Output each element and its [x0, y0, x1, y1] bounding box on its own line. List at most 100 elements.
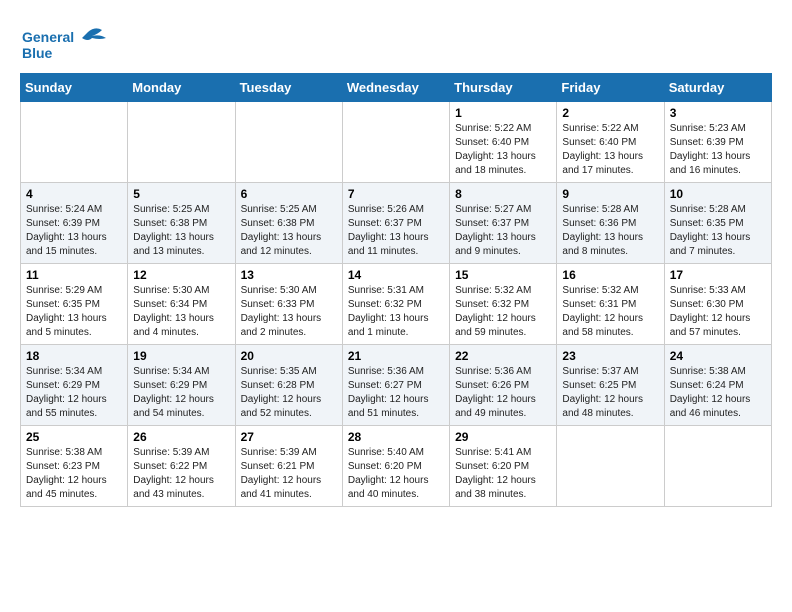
day-detail: Sunrise: 5:22 AM Sunset: 6:40 PM Dayligh… [455, 122, 551, 178]
day-detail: Sunrise: 5:40 AM Sunset: 6:20 PM Dayligh… [348, 446, 444, 502]
calendar-cell: 10 Sunrise: 5:28 AM Sunset: 6:35 PM Dayli… [664, 183, 771, 264]
logo: General Blue [20, 24, 110, 73]
day-number: 9 [562, 187, 658, 201]
day-number: 28 [348, 430, 444, 444]
day-number: 16 [562, 268, 658, 282]
day-detail: Sunrise: 5:30 AM Sunset: 6:34 PM Dayligh… [133, 284, 229, 340]
day-number: 20 [241, 349, 337, 363]
calendar-cell: 5 Sunrise: 5:25 AM Sunset: 6:38 PM Daylig… [128, 183, 235, 264]
calendar-week-3: 11 Sunrise: 5:29 AM Sunset: 6:35 PM Dayli… [21, 264, 772, 345]
calendar-cell: 3 Sunrise: 5:23 AM Sunset: 6:39 PM Daylig… [664, 102, 771, 183]
calendar-cell [21, 102, 128, 183]
calendar-cell: 9 Sunrise: 5:28 AM Sunset: 6:36 PM Daylig… [557, 183, 664, 264]
day-detail: Sunrise: 5:28 AM Sunset: 6:36 PM Dayligh… [562, 203, 658, 259]
day-number: 19 [133, 349, 229, 363]
day-detail: Sunrise: 5:22 AM Sunset: 6:40 PM Dayligh… [562, 122, 658, 178]
day-detail: Sunrise: 5:34 AM Sunset: 6:29 PM Dayligh… [133, 365, 229, 421]
days-header-row: SundayMondayTuesdayWednesdayThursdayFrid… [21, 74, 772, 102]
day-detail: Sunrise: 5:28 AM Sunset: 6:35 PM Dayligh… [670, 203, 766, 259]
calendar-cell: 16 Sunrise: 5:32 AM Sunset: 6:31 PM Dayli… [557, 264, 664, 345]
day-number: 14 [348, 268, 444, 282]
day-header-saturday: Saturday [664, 74, 771, 102]
day-detail: Sunrise: 5:36 AM Sunset: 6:27 PM Dayligh… [348, 365, 444, 421]
calendar-cell: 22 Sunrise: 5:36 AM Sunset: 6:26 PM Dayli… [450, 345, 557, 426]
day-number: 26 [133, 430, 229, 444]
day-number: 6 [241, 187, 337, 201]
day-number: 8 [455, 187, 551, 201]
day-header-wednesday: Wednesday [342, 74, 449, 102]
calendar-cell: 7Sunrise: 5:26 AM Sunset: 6:37 PM Daylig… [342, 183, 449, 264]
day-detail: Sunrise: 5:23 AM Sunset: 6:39 PM Dayligh… [670, 122, 766, 178]
day-header-tuesday: Tuesday [235, 74, 342, 102]
calendar-cell: 12 Sunrise: 5:30 AM Sunset: 6:34 PM Dayli… [128, 264, 235, 345]
day-number: 15 [455, 268, 551, 282]
day-number: 18 [26, 349, 122, 363]
day-detail: Sunrise: 5:31 AM Sunset: 6:32 PM Dayligh… [348, 284, 444, 340]
calendar-week-4: 18 Sunrise: 5:34 AM Sunset: 6:29 PM Dayli… [21, 345, 772, 426]
day-number: 5 [133, 187, 229, 201]
day-number: 3 [670, 106, 766, 120]
day-detail: Sunrise: 5:32 AM Sunset: 6:32 PM Dayligh… [455, 284, 551, 340]
day-number: 27 [241, 430, 337, 444]
day-number: 23 [562, 349, 658, 363]
day-detail: Sunrise: 5:25 AM Sunset: 6:38 PM Dayligh… [241, 203, 337, 259]
day-detail: Sunrise: 5:33 AM Sunset: 6:30 PM Dayligh… [670, 284, 766, 340]
calendar-cell: 21 Sunrise: 5:36 AM Sunset: 6:27 PM Dayli… [342, 345, 449, 426]
day-detail: Sunrise: 5:36 AM Sunset: 6:26 PM Dayligh… [455, 365, 551, 421]
day-detail: Sunrise: 5:26 AM Sunset: 6:37 PM Dayligh… [348, 203, 444, 259]
calendar-cell: 28 Sunrise: 5:40 AM Sunset: 6:20 PM Dayli… [342, 426, 449, 507]
day-header-sunday: Sunday [21, 74, 128, 102]
calendar-cell: 20 Sunrise: 5:35 AM Sunset: 6:28 PM Dayli… [235, 345, 342, 426]
calendar-week-2: 4 Sunrise: 5:24 AM Sunset: 6:39 PM Daylig… [21, 183, 772, 264]
day-header-monday: Monday [128, 74, 235, 102]
calendar-cell: 2Sunrise: 5:22 AM Sunset: 6:40 PM Daylig… [557, 102, 664, 183]
day-detail: Sunrise: 5:39 AM Sunset: 6:22 PM Dayligh… [133, 446, 229, 502]
calendar-cell [235, 102, 342, 183]
day-detail: Sunrise: 5:34 AM Sunset: 6:29 PM Dayligh… [26, 365, 122, 421]
calendar-cell: 23Sunrise: 5:37 AM Sunset: 6:25 PM Dayli… [557, 345, 664, 426]
day-detail: Sunrise: 5:29 AM Sunset: 6:35 PM Dayligh… [26, 284, 122, 340]
day-number: 21 [348, 349, 444, 363]
day-detail: Sunrise: 5:38 AM Sunset: 6:24 PM Dayligh… [670, 365, 766, 421]
day-detail: Sunrise: 5:32 AM Sunset: 6:31 PM Dayligh… [562, 284, 658, 340]
calendar-cell: 27 Sunrise: 5:39 AM Sunset: 6:21 PM Dayli… [235, 426, 342, 507]
calendar-cell: 15 Sunrise: 5:32 AM Sunset: 6:32 PM Dayli… [450, 264, 557, 345]
calendar-week-1: 1 Sunrise: 5:22 AM Sunset: 6:40 PM Daylig… [21, 102, 772, 183]
calendar-cell [128, 102, 235, 183]
calendar-cell: 13Sunrise: 5:30 AM Sunset: 6:33 PM Dayli… [235, 264, 342, 345]
day-detail: Sunrise: 5:39 AM Sunset: 6:21 PM Dayligh… [241, 446, 337, 502]
svg-text:Blue: Blue [22, 45, 53, 61]
day-number: 1 [455, 106, 551, 120]
calendar-table: SundayMondayTuesdayWednesdayThursdayFrid… [20, 73, 772, 507]
calendar-cell: 26 Sunrise: 5:39 AM Sunset: 6:22 PM Dayli… [128, 426, 235, 507]
day-detail: Sunrise: 5:30 AM Sunset: 6:33 PM Dayligh… [241, 284, 337, 340]
day-number: 22 [455, 349, 551, 363]
calendar-cell: 17 Sunrise: 5:33 AM Sunset: 6:30 PM Dayli… [664, 264, 771, 345]
day-number: 11 [26, 268, 122, 282]
calendar-cell: 14 Sunrise: 5:31 AM Sunset: 6:32 PM Dayli… [342, 264, 449, 345]
calendar-cell: 8 Sunrise: 5:27 AM Sunset: 6:37 PM Daylig… [450, 183, 557, 264]
calendar-cell [557, 426, 664, 507]
day-detail: Sunrise: 5:41 AM Sunset: 6:20 PM Dayligh… [455, 446, 551, 502]
day-number: 4 [26, 187, 122, 201]
day-number: 12 [133, 268, 229, 282]
day-header-thursday: Thursday [450, 74, 557, 102]
day-number: 17 [670, 268, 766, 282]
day-number: 25 [26, 430, 122, 444]
day-detail: Sunrise: 5:24 AM Sunset: 6:39 PM Dayligh… [26, 203, 122, 259]
svg-text:General: General [22, 29, 74, 45]
calendar-cell: 25Sunrise: 5:38 AM Sunset: 6:23 PM Dayli… [21, 426, 128, 507]
day-number: 29 [455, 430, 551, 444]
calendar-cell: 1 Sunrise: 5:22 AM Sunset: 6:40 PM Daylig… [450, 102, 557, 183]
day-number: 10 [670, 187, 766, 201]
day-header-friday: Friday [557, 74, 664, 102]
day-detail: Sunrise: 5:35 AM Sunset: 6:28 PM Dayligh… [241, 365, 337, 421]
day-detail: Sunrise: 5:25 AM Sunset: 6:38 PM Dayligh… [133, 203, 229, 259]
calendar-cell: 19 Sunrise: 5:34 AM Sunset: 6:29 PM Dayli… [128, 345, 235, 426]
day-detail: Sunrise: 5:27 AM Sunset: 6:37 PM Dayligh… [455, 203, 551, 259]
calendar-cell [664, 426, 771, 507]
calendar-cell: 11 Sunrise: 5:29 AM Sunset: 6:35 PM Dayli… [21, 264, 128, 345]
day-number: 24 [670, 349, 766, 363]
calendar-week-5: 25Sunrise: 5:38 AM Sunset: 6:23 PM Dayli… [21, 426, 772, 507]
calendar-cell: 4 Sunrise: 5:24 AM Sunset: 6:39 PM Daylig… [21, 183, 128, 264]
